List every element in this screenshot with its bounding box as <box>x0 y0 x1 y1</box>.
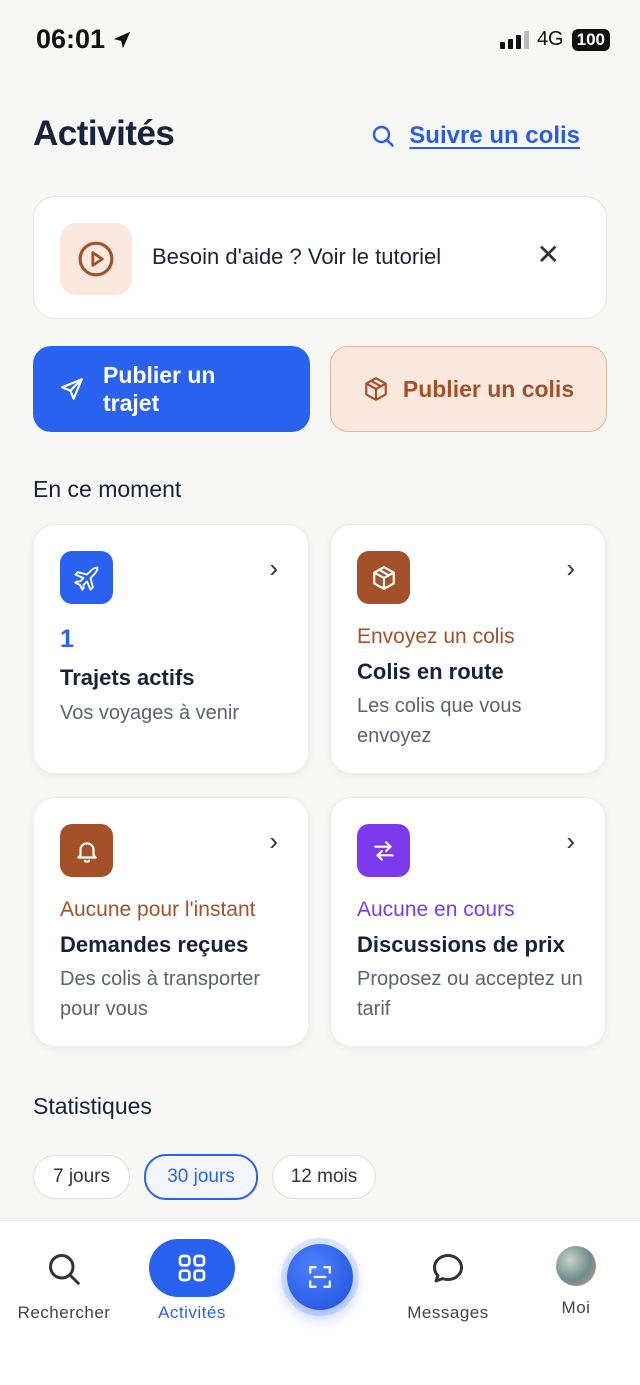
bottom-nav: Rechercher Activités Messages Moi <box>0 1220 640 1385</box>
publish-parcel-label: Publier un colis <box>402 375 575 402</box>
swap-icon <box>357 824 410 877</box>
card-title: Colis en route <box>357 659 504 684</box>
scan-icon <box>309 1266 331 1288</box>
scan-button[interactable] <box>287 1244 353 1310</box>
bell-icon <box>60 824 113 877</box>
received-requests-card[interactable]: › Aucune pour l'instant Demandes reçues … <box>33 797 309 1047</box>
time-label: 06:01 <box>36 24 106 54</box>
period-chip-12m[interactable]: 12 mois <box>272 1155 376 1199</box>
status-indicators: 4G 100 <box>499 28 610 51</box>
nav-search-label: Rechercher <box>17 1303 111 1322</box>
plane-icon <box>60 551 113 604</box>
card-subtitle: Des colis à transporter pour vous <box>60 968 261 1020</box>
card-title: Discussions de prix <box>357 932 565 957</box>
stats-section-title: Statistiques <box>33 1093 152 1119</box>
grid-icon <box>149 1239 235 1297</box>
box-icon <box>357 551 410 604</box>
chevron-right-icon: › <box>566 553 575 583</box>
card-title: Trajets actifs <box>60 665 195 690</box>
chevron-right-icon: › <box>269 826 278 856</box>
track-parcel-link[interactable]: Suivre un colis <box>371 122 580 150</box>
card-subtitle: Les colis que vous envoyez <box>357 695 522 747</box>
battery-icon: 100 <box>571 28 610 51</box>
nav-messages-label: Messages <box>407 1303 489 1322</box>
period-chip-30d[interactable]: 30 jours <box>144 1154 258 1200</box>
search-icon <box>49 1254 80 1285</box>
search-icon <box>373 125 394 147</box>
nav-activities[interactable]: Activités <box>148 1239 236 1323</box>
status-time: 06:01 <box>36 24 133 55</box>
price-discussions-card[interactable]: › Aucune en cours Discussions de prix Pr… <box>330 797 606 1047</box>
card-status: Aucune en cours <box>357 898 515 921</box>
publish-parcel-button[interactable]: Publier un colis <box>330 346 607 432</box>
now-section-title: En ce moment <box>33 476 182 502</box>
network-label: 4G <box>536 28 564 50</box>
card-subtitle: Proposez ou acceptez un tarif <box>357 968 583 1020</box>
publish-trip-label: Publier un trajet <box>103 362 216 416</box>
nav-profile-label: Moi <box>561 1298 591 1317</box>
track-parcel-label[interactable]: Suivre un colis <box>409 122 580 150</box>
publish-trip-button[interactable]: Publier un trajet <box>33 346 310 432</box>
tutorial-banner[interactable]: Besoin d'aide ? Voir le tutoriel ✕ <box>33 196 607 319</box>
card-title: Demandes reçues <box>60 932 249 957</box>
play-icon <box>60 223 132 295</box>
nav-activities-label: Activités <box>158 1303 226 1322</box>
avatar <box>556 1246 596 1286</box>
tutorial-text[interactable]: Besoin d'aide ? Voir le tutoriel <box>152 244 441 270</box>
page-title: Activités <box>33 114 175 153</box>
box-icon <box>365 377 387 401</box>
period-chip-7d[interactable]: 7 jours <box>33 1155 130 1199</box>
nav-search[interactable]: Rechercher <box>10 1251 118 1323</box>
nav-messages[interactable]: Messages <box>398 1251 498 1323</box>
send-icon <box>61 378 83 400</box>
location-arrow-icon <box>113 31 131 48</box>
chevron-right-icon: › <box>566 826 575 856</box>
active-trips-count: 1 <box>60 625 74 653</box>
card-status: Aucune pour l'instant <box>60 898 256 921</box>
active-trips-card[interactable]: › 1 Trajets actifs Vos voyages à venir <box>33 524 309 774</box>
chat-bubble-icon <box>433 1254 463 1283</box>
signal-icon <box>499 30 529 49</box>
card-subtitle: Vos voyages à venir <box>60 702 239 724</box>
chevron-right-icon: › <box>269 553 278 583</box>
card-status: Envoyez un colis <box>357 625 515 648</box>
parcels-en-route-card[interactable]: › Envoyez un colis Colis en route Les co… <box>330 524 606 774</box>
nav-profile[interactable]: Moi <box>548 1246 604 1318</box>
close-icon[interactable]: ✕ <box>537 241 560 269</box>
